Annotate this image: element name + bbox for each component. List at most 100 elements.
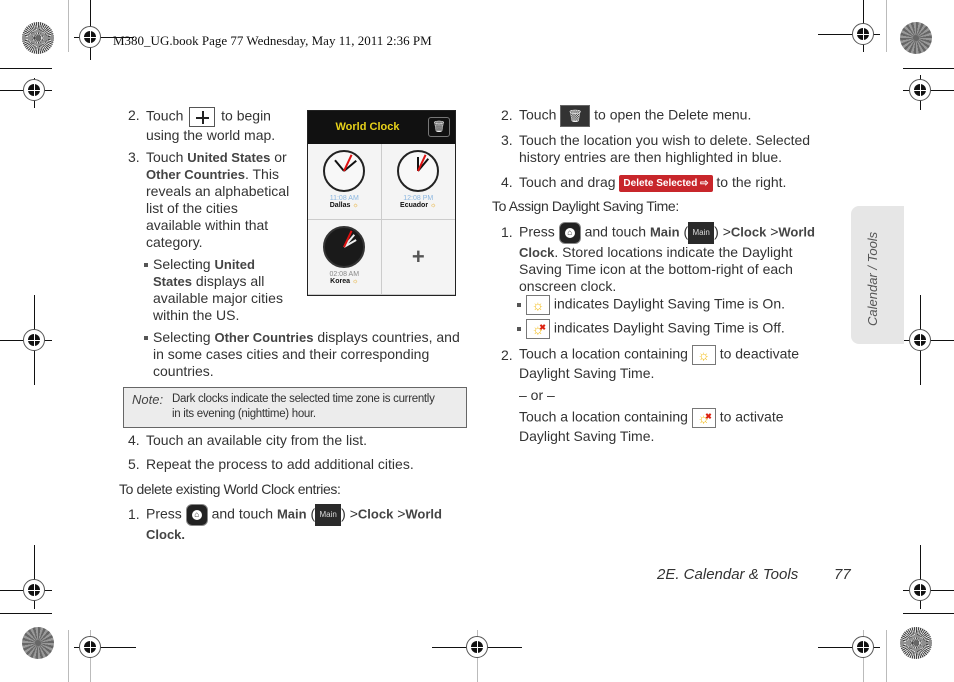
- text: Touch: [519, 106, 557, 123]
- analog-clock-icon: [397, 150, 440, 192]
- home-key-icon: ⌂: [558, 222, 581, 244]
- text: reveals an alphabetical: [146, 183, 290, 199]
- side-tab-label: Calendar / Tools: [865, 231, 880, 326]
- text: available major cities: [153, 290, 283, 306]
- dst-on-bullet: ☼ indicates Daylight Saving Time is On.: [517, 295, 785, 315]
- bold-term: Main: [276, 506, 307, 522]
- phone-title-bar: World Clock 🗑: [308, 111, 455, 144]
- crop-line: [903, 68, 954, 69]
- dst-off-icon: ☼: [351, 277, 359, 285]
- dst-on-icon: ☼: [691, 345, 716, 365]
- bullet-icon: [517, 327, 521, 331]
- bullet-united-states: Selecting United States displays all ava…: [144, 256, 283, 324]
- bold-term: Clock.: [146, 527, 186, 542]
- text: to the right.: [716, 174, 787, 190]
- bold-term: Clock: [357, 506, 394, 522]
- clock-time: 12:08 PM: [403, 195, 434, 202]
- text: Touch and drag: [519, 174, 616, 190]
- text: category.: [146, 234, 203, 250]
- text: onscreen clock.: [519, 278, 617, 294]
- note-label: Note:: [132, 392, 164, 407]
- right-step-4-text: Touch and drag Delete Selected ⇨ to the …: [519, 174, 786, 192]
- text: history entries are then highlighted in …: [519, 149, 783, 165]
- crop-line: [886, 0, 887, 52]
- dst-step-2-text: Touch a location containing ☼ to deactiv…: [519, 345, 799, 382]
- step-number: 3.: [501, 132, 513, 148]
- clock-city: Dallas ☼: [308, 202, 381, 209]
- text: Press: [146, 505, 182, 522]
- crop-line: [886, 630, 887, 682]
- clock-city: Korea ☼: [308, 278, 381, 285]
- text: Saving Time icon at the bottom-right of …: [519, 261, 793, 277]
- analog-clock-dark-icon: [323, 225, 366, 268]
- dst-on-icon: ☼: [526, 295, 550, 315]
- text: or: [274, 149, 287, 165]
- note-text: Dark clocks indicate the selected time z…: [172, 392, 435, 422]
- dst-heading: To Assign Daylight Saving Time:: [492, 198, 679, 214]
- note-box: Note: Dark clocks indicate the selected …: [123, 387, 467, 428]
- text: Touch the location you wish to delete. S…: [519, 132, 811, 148]
- text: Press: [519, 223, 555, 240]
- delete-step-1-text: Press ⌂ and touch Main (Main) >Clock >Wo…: [146, 504, 442, 542]
- bold-term: Main: [649, 224, 680, 240]
- main-menu-icon: Main: [315, 504, 342, 526]
- step-number: 5.: [128, 456, 140, 472]
- crop-line: [0, 613, 52, 614]
- text: Touch a location containing: [519, 345, 688, 362]
- dst-off-bullet: ☼ ✖ indicates Daylight Saving Time is Off…: [517, 319, 785, 339]
- or-separator: – or –: [519, 387, 555, 403]
- text: Touch: [146, 107, 184, 124]
- clock-city: Ecuador ☼: [382, 202, 456, 209]
- delete-heading: To delete existing World Clock entries:: [119, 481, 341, 497]
- crop-line: [903, 613, 954, 614]
- add-clock-cell: +: [381, 220, 455, 295]
- bold-term: States: [153, 274, 193, 289]
- step-5-text: Repeat the process to add additional cit…: [146, 456, 414, 472]
- home-key-icon: ⌂: [185, 504, 208, 526]
- analog-clock-icon: [323, 150, 366, 192]
- step-4-text: Touch an available city from the list.: [146, 432, 367, 448]
- dst-step-1-text: Press ⌂ and touch Main (Main) >Clock >Wo…: [519, 222, 815, 294]
- bold-term: Clock: [519, 245, 555, 260]
- step-number: 4.: [128, 432, 140, 448]
- activate-text: Touch a location containing ☼ ✖ to activa…: [519, 408, 784, 445]
- crop-line: [68, 630, 69, 682]
- clock-cell: 11:08 AM Dallas ☼: [308, 144, 382, 220]
- clock-cell: 12:08 PM Ecuador ☼: [381, 144, 456, 220]
- text: in its evening (nighttime) hour.: [172, 408, 316, 420]
- world-clock-screenshot: World Clock 🗑 11:08 AM Dallas ☼ 12:08 PM…: [307, 110, 456, 296]
- text: displays all: [195, 273, 265, 289]
- separator: >: [349, 505, 358, 522]
- bold-term: World: [778, 224, 815, 240]
- text: to activate: [719, 408, 784, 425]
- city-name: Dallas: [329, 202, 351, 209]
- bullet-other-countries: Selecting Other Countries displays count…: [144, 329, 460, 380]
- clock-grid: 11:08 AM Dallas ☼ 12:08 PM Ecuador ☼ 02:…: [308, 144, 455, 295]
- text: Daylight Saving Time.: [519, 365, 655, 381]
- step-3-text: Touch United States or Other Countries. …: [146, 149, 289, 251]
- section-side-tab: Calendar / Tools: [851, 206, 904, 344]
- separator: >: [722, 223, 731, 240]
- text: . Stored locations indicate the Daylight: [554, 244, 793, 260]
- text: to deactivate: [719, 345, 800, 362]
- footer-section-title: 2E. Calendar & Tools: [657, 566, 799, 583]
- text: Touch: [146, 149, 184, 165]
- main-menu-icon: Main: [688, 222, 715, 244]
- step-number: 2.: [501, 107, 513, 123]
- step-number: 3.: [128, 149, 140, 165]
- bullet-icon: [144, 263, 148, 268]
- phone-title: World Clock: [335, 121, 400, 133]
- step-number: 2.: [501, 347, 513, 363]
- step-number: 1.: [501, 224, 513, 240]
- page-number: 77: [834, 566, 851, 583]
- text: Daylight Saving Time.: [519, 428, 655, 444]
- clock-time: 02:08 AM: [329, 270, 360, 278]
- registration-rosette-icon: [22, 22, 54, 54]
- x-glyph: ✖: [539, 323, 546, 332]
- bold-term: Other Countries: [146, 167, 245, 182]
- right-step-3-text: Touch the location you wish to delete. S…: [519, 132, 810, 166]
- delete-selected-button: Delete Selected ⇨: [619, 174, 713, 192]
- clock-time: 11:08 AM: [329, 195, 359, 202]
- trash-icon: 🗑: [560, 105, 591, 127]
- text: using the world map.: [146, 127, 276, 143]
